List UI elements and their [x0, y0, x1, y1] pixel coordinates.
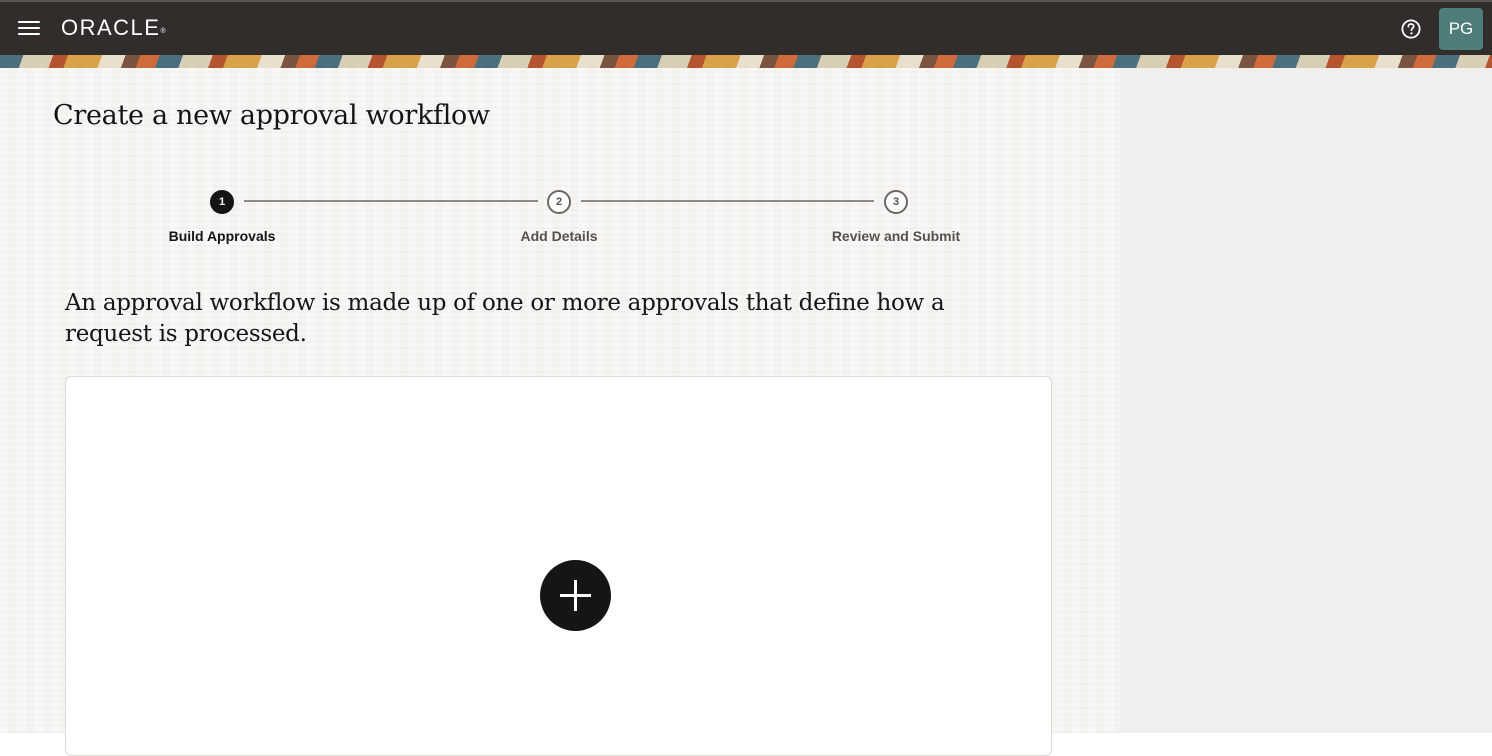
main-content: Create a new approval workflow 1 Build A… — [0, 68, 1120, 756]
train-connector — [244, 200, 538, 202]
page-title: Create a new approval workflow — [53, 100, 490, 131]
intro-text: An approval workflow is made up of one o… — [65, 290, 945, 347]
decorative-banner — [0, 55, 1492, 68]
train-step-2-label[interactable]: Add Details — [449, 228, 669, 244]
train-step-2-indicator[interactable]: 2 — [547, 190, 571, 214]
side-panel — [1120, 68, 1492, 733]
add-approval-button[interactable] — [540, 560, 611, 631]
train-step-3-indicator[interactable]: 3 — [884, 190, 908, 214]
oracle-logo[interactable]: ORACLE® — [61, 14, 166, 42]
app-header: ORACLE® PG — [0, 0, 1492, 55]
user-avatar[interactable]: PG — [1439, 8, 1483, 50]
train-connector — [581, 200, 874, 202]
help-icon[interactable] — [1401, 19, 1421, 39]
train-step-1-label[interactable]: Build Approvals — [112, 228, 332, 244]
train-step-1-indicator[interactable]: 1 — [210, 190, 234, 214]
train-step-3-label[interactable]: Review and Submit — [786, 228, 1006, 244]
hamburger-menu-icon[interactable] — [18, 20, 40, 37]
brand-name: ORACLE — [61, 15, 161, 40]
registered-mark: ® — [160, 28, 166, 35]
workflow-canvas — [65, 376, 1052, 756]
plus-icon-stroke — [574, 580, 577, 611]
